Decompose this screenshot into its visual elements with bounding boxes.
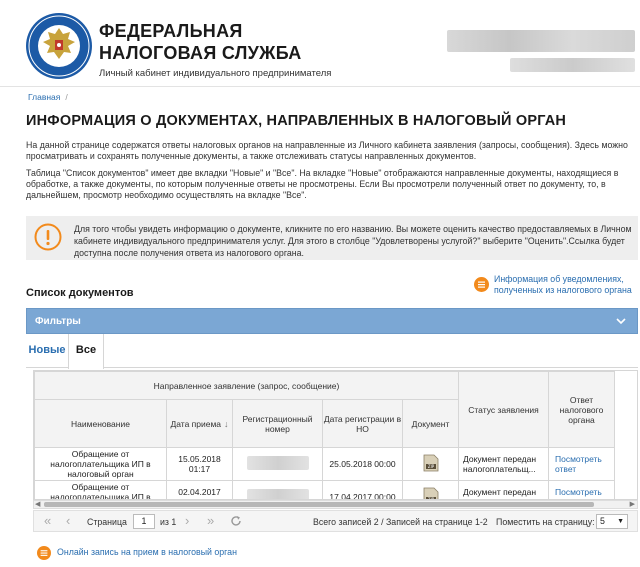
col-header-reg-number: Регистрационный номер <box>232 399 323 448</box>
records-summary: Всего записей 2 / Записей на странице 1-… <box>313 517 488 527</box>
row-reg-date: 25.05.2018 00:00 <box>322 447 403 481</box>
notice-text: Для того чтобы увидеть информацию о доку… <box>74 224 632 258</box>
menu-list-icon <box>474 277 489 292</box>
last-page-icon[interactable]: » <box>207 514 214 528</box>
chevron-down-icon: ▼ <box>617 518 624 525</box>
scroll-right-arrow-icon[interactable]: ▶ <box>630 500 635 508</box>
redacted-block <box>246 456 309 470</box>
per-page-value: 5 <box>600 516 605 526</box>
row-reg-date: 17.04.2017 00:00 <box>322 480 403 499</box>
page-of-label: из 1 <box>160 517 177 527</box>
col-header-status: Статус заявления <box>458 371 549 448</box>
documents-heading: Список документов <box>26 287 134 299</box>
filters-bar[interactable]: Фильтры <box>26 308 638 334</box>
row-document[interactable]: ZIP <box>402 480 459 500</box>
zip-file-icon[interactable]: ZIP <box>423 454 439 472</box>
pagination-bar: « ‹ Страница 1 из 1 › » Всего записей 2 … <box>33 510 638 532</box>
menu-list-icon <box>37 546 51 560</box>
org-name: ФЕДЕРАЛЬНАЯ НАЛОГОВАЯ СЛУЖБА <box>99 20 302 64</box>
per-page-label: Поместить на страницу: <box>496 517 595 527</box>
col-header-document: Документ <box>402 399 459 448</box>
notice-box: Для того чтобы увидеть информацию о доку… <box>26 216 638 260</box>
sort-down-arrow-icon[interactable]: ↓ <box>224 419 229 429</box>
document-tabs: Новые Все <box>26 334 638 369</box>
row-name-link[interactable]: Обращение от налогоплательщика ИП в нало… <box>34 447 167 481</box>
row-reg-number-redacted <box>232 480 323 499</box>
col-header-date-label: Дата приема <box>170 418 222 429</box>
page-number-input[interactable]: 1 <box>133 514 155 529</box>
org-subtitle: Личный кабинет индивидуального предприни… <box>99 68 332 79</box>
page-header: ФЕДЕРАЛЬНАЯ НАЛОГОВАЯ СЛУЖБА Личный каби… <box>0 0 640 86</box>
user-name-redacted[interactable] <box>447 30 635 52</box>
svg-text:ZIP: ZIP <box>427 464 434 469</box>
col-header-name: Наименование <box>34 399 167 448</box>
intro-paragraph-1: На данной странице содержатся ответы нал… <box>26 140 628 161</box>
row-name-link[interactable]: Обращение от налогоплательщика ИП в нало… <box>34 480 167 499</box>
page-label: Страница <box>87 517 127 527</box>
breadcrumb-home-link[interactable]: Главная <box>28 92 60 102</box>
page-title: ИНФОРМАЦИЯ О ДОКУМЕНТАХ, НАПРАВЛЕННЫХ В … <box>26 113 567 129</box>
table-row[interactable]: Обращение от налогоплательщика ИП в нало… <box>34 480 615 500</box>
row-date: 02.04.2017 23:51 <box>166 480 233 499</box>
zip-file-icon[interactable]: ZIP <box>423 487 439 500</box>
org-name-line2: НАЛОГОВАЯ СЛУЖБА <box>99 43 302 63</box>
breadcrumb: Главная / <box>28 92 68 102</box>
tab-all[interactable]: Все <box>68 334 104 369</box>
sent-application-group-header: Направленное заявление (запрос, сообщени… <box>34 371 459 400</box>
row-view-response-link[interactable]: Посмотреть ответ <box>548 480 615 499</box>
exclamation-icon <box>34 223 62 251</box>
row-view-response-link[interactable]: Посмотреть ответ <box>548 447 615 481</box>
first-page-icon[interactable]: « <box>44 514 51 528</box>
documents-table: Направленное заявление (запрос, сообщени… <box>34 371 615 500</box>
user-info-redacted <box>510 58 635 72</box>
horizontal-scrollbar[interactable]: ◀ ▶ <box>33 500 638 509</box>
row-reg-number-redacted <box>232 447 323 481</box>
documents-table-container: Направленное заявление (запрос, сообщени… <box>33 370 638 500</box>
row-status: Документ передан налогоплательщ... <box>458 447 549 481</box>
per-page-select[interactable]: 5 ▼ <box>596 514 628 529</box>
next-page-icon[interactable]: › <box>185 514 189 528</box>
org-name-line1: ФЕДЕРАЛЬНАЯ <box>99 21 243 41</box>
notifications-info-label[interactable]: Информация об уведомлениях, полученных и… <box>494 274 640 296</box>
row-date: 15.05.2018 01:17 <box>166 447 233 481</box>
filters-label: Фильтры <box>35 316 81 327</box>
header-divider <box>0 86 640 87</box>
fns-emblem-icon <box>26 13 92 79</box>
row-document[interactable]: ZIP <box>402 447 459 481</box>
prev-page-icon[interactable]: ‹ <box>66 514 70 528</box>
online-appointment-label[interactable]: Онлайн запись на прием в налоговый орган <box>57 547 237 557</box>
table-row[interactable]: Обращение от налогоплательщика ИП в нало… <box>34 447 615 481</box>
row-status: Документ передан налогоплательщ... <box>458 480 549 499</box>
col-header-reg-date: Дата регистрации в НО <box>322 399 403 448</box>
breadcrumb-separator: / <box>65 92 68 102</box>
tab-new[interactable]: Новые <box>26 334 68 368</box>
col-header-date[interactable]: Дата приема ↓ <box>166 399 233 448</box>
scrollbar-thumb[interactable] <box>44 502 594 507</box>
refresh-icon[interactable] <box>230 515 242 527</box>
chevron-down-icon[interactable] <box>615 315 627 327</box>
intro-paragraph-2: Таблица "Список документов" имеет две вк… <box>26 168 619 200</box>
col-header-response: Ответ налогового органа <box>548 371 615 448</box>
redacted-block <box>246 489 309 499</box>
notifications-info-link[interactable]: Информация об уведомлениях, полученных и… <box>474 274 640 298</box>
scroll-left-arrow-icon[interactable]: ◀ <box>35 500 40 508</box>
